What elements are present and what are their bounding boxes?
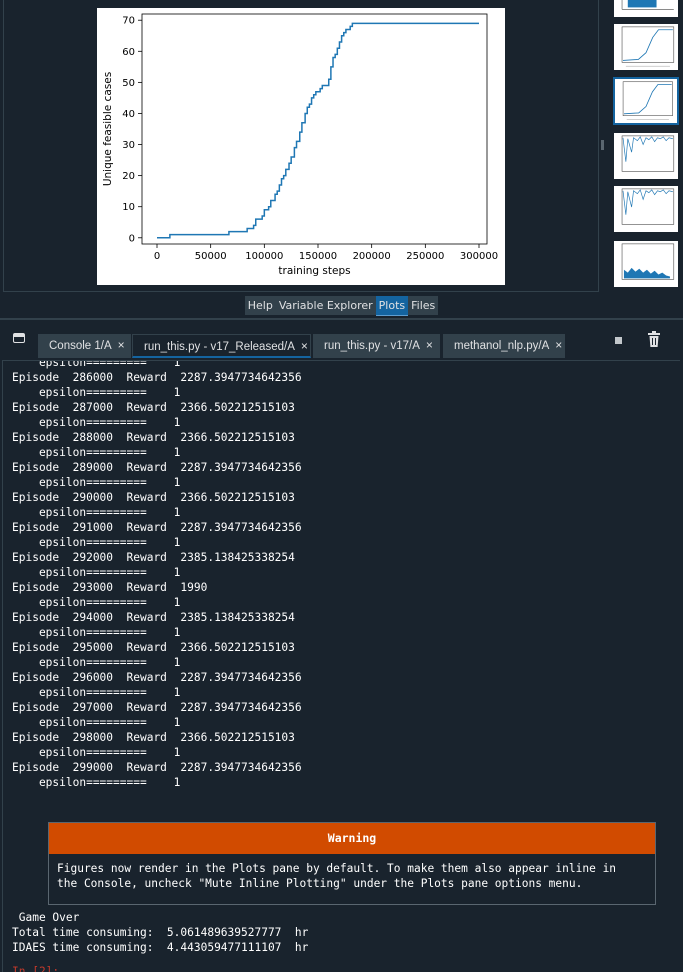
console-line: epsilon========= 1 bbox=[12, 360, 181, 369]
x-tick-label: 150000 bbox=[299, 251, 337, 262]
x-axis-label: training steps bbox=[278, 265, 350, 277]
warning-box: Warning Figures now render in the Plots … bbox=[48, 822, 656, 905]
thumbnail-line-plot-selected[interactable] bbox=[613, 77, 679, 125]
y-tick-label: 10 bbox=[122, 202, 135, 213]
console-line: epsilon========= 1 bbox=[12, 536, 181, 549]
console-line: epsilon========= 1 bbox=[12, 656, 181, 669]
thumbnail-reward-plot-2[interactable] bbox=[613, 185, 679, 233]
tab-help[interactable]: Help bbox=[244, 296, 276, 315]
console-line: epsilon========= 1 bbox=[12, 476, 181, 489]
console-line: epsilon========= 1 bbox=[12, 746, 181, 759]
tab-plots[interactable]: Plots bbox=[375, 296, 409, 316]
warning-title: Warning bbox=[49, 823, 655, 854]
console-line: Game Over bbox=[12, 911, 80, 924]
x-tick-label: 300000 bbox=[460, 251, 498, 262]
x-tick-label: 200000 bbox=[353, 251, 391, 262]
console-output[interactable]: epsilon========= 1 Episode 286000 Reward… bbox=[2, 360, 680, 972]
x-tick-label: 50000 bbox=[195, 251, 227, 262]
console-line: Episode 292000 Reward 2385.138425338254 bbox=[12, 551, 295, 564]
warning-message: Figures now render in the Plots pane by … bbox=[57, 862, 617, 890]
plot-viewer: 0 50000 100000 150000 200000 250000 300000 0 10… bbox=[3, 0, 599, 292]
plot-canvas: 0 50000 100000 150000 200000 250000 300000 0 10… bbox=[97, 8, 505, 285]
tab-console-1[interactable]: Console 1/A × bbox=[38, 334, 131, 358]
close-icon[interactable]: × bbox=[426, 338, 433, 352]
thumbnail-bar-plot[interactable] bbox=[613, 0, 679, 18]
tab-files[interactable]: Files bbox=[408, 296, 439, 315]
console-line: epsilon========= 1 bbox=[12, 776, 181, 789]
close-icon[interactable]: × bbox=[118, 338, 125, 352]
training-chart: 0 50000 100000 150000 200000 250000 300000 0 10… bbox=[102, 13, 498, 277]
tab-run-this-v17-released[interactable]: run_this.py - v17_Released/A × bbox=[132, 334, 311, 358]
console-line: Episode 290000 Reward 2366.502212515103 bbox=[12, 491, 295, 504]
console-line: Episode 295000 Reward 2366.502212515103 bbox=[12, 641, 295, 654]
pane-tab-bar: Help Variable Explorer Plots Files bbox=[0, 293, 683, 320]
close-icon[interactable]: × bbox=[555, 338, 562, 352]
tab-label: run_this.py - v17/A bbox=[324, 340, 420, 352]
scrollbar-handle[interactable] bbox=[601, 140, 604, 150]
console-line: epsilon========= 1 bbox=[12, 566, 181, 579]
thumbnail-scrollbar[interactable] bbox=[600, 0, 606, 291]
thumbnail-histogram[interactable] bbox=[613, 240, 679, 288]
console-line: Episode 288000 Reward 2366.502212515103 bbox=[12, 431, 295, 444]
console-line: epsilon========= 1 bbox=[12, 716, 181, 729]
x-tick-label: 100000 bbox=[245, 251, 283, 262]
y-tick-label: 70 bbox=[122, 16, 135, 27]
console-line: epsilon========= 1 bbox=[12, 596, 181, 609]
tab-variable-explorer[interactable]: Variable Explorer bbox=[275, 296, 376, 315]
console-line: epsilon========= 1 bbox=[12, 416, 181, 429]
tab-methanol-nlp[interactable]: methanol_nlp.py/A × bbox=[443, 334, 565, 358]
plot-area bbox=[141, 13, 488, 245]
tab-label: run_this.py - v17_Released/A bbox=[144, 341, 295, 353]
console-line: epsilon========= 1 bbox=[12, 386, 181, 399]
console-line: Total time consuming: 5.061489639527777 … bbox=[12, 926, 309, 939]
console-line: Episode 296000 Reward 2287.3947734642356 bbox=[12, 671, 302, 684]
y-tick-label: 20 bbox=[122, 171, 135, 182]
y-axis-label: Unique feasible cases bbox=[102, 72, 114, 186]
plots-pane: 0 50000 100000 150000 200000 250000 300000 0 10… bbox=[0, 0, 683, 320]
y-tick-label: 50 bbox=[122, 78, 135, 89]
y-tick-label: 30 bbox=[122, 140, 135, 151]
console-line: IDAES time consuming: 4.443059477111107 … bbox=[12, 941, 309, 954]
console-line: Episode 287000 Reward 2366.502212515103 bbox=[12, 401, 295, 414]
x-tick-label: 0 bbox=[154, 251, 160, 262]
console-line: Episode 293000 Reward 1990 bbox=[12, 581, 208, 594]
y-tick-label: 60 bbox=[122, 47, 135, 58]
console-summary: Game Over Total time consuming: 5.061489… bbox=[12, 910, 308, 955]
console-line: Episode 286000 Reward 2287.3947734642356 bbox=[12, 371, 302, 384]
thumbnail-reward-plot[interactable] bbox=[613, 132, 679, 180]
console-line: epsilon========= 1 bbox=[12, 626, 181, 639]
console-line: Episode 291000 Reward 2287.3947734642356 bbox=[12, 521, 302, 534]
tab-label: Console 1/A bbox=[49, 340, 112, 352]
console-line: Episode 297000 Reward 2287.3947734642356 bbox=[12, 701, 302, 714]
tab-label: methanol_nlp.py/A bbox=[454, 340, 550, 352]
console-line: epsilon========= 1 bbox=[12, 686, 181, 699]
tab-run-this-v17[interactable]: run_this.py - v17/A × bbox=[313, 334, 440, 358]
plot-thumbnails bbox=[609, 0, 683, 291]
series-line bbox=[157, 22, 479, 239]
console-log: epsilon========= 1 Episode 286000 Reward… bbox=[12, 360, 302, 790]
console-line: epsilon========= 1 bbox=[12, 506, 181, 519]
console-line: epsilon========= 1 bbox=[12, 446, 181, 459]
y-tick-label: 0 bbox=[129, 233, 135, 244]
trash-icon[interactable] bbox=[648, 331, 660, 347]
console-line: Episode 299000 Reward 2287.3947734642356 bbox=[12, 761, 302, 774]
console-line: Episode 298000 Reward 2366.502212515103 bbox=[12, 731, 295, 744]
console-line: Episode 294000 Reward 2385.138425338254 bbox=[12, 611, 295, 624]
x-tick-label: 250000 bbox=[406, 251, 444, 262]
console-line: Episode 289000 Reward 2287.3947734642356 bbox=[12, 461, 302, 474]
ipython-console-pane: Console 1/A × run_this.py - v17_Released/… bbox=[0, 322, 683, 972]
close-icon[interactable]: × bbox=[301, 339, 308, 353]
stop-icon[interactable] bbox=[615, 337, 622, 344]
window-icon[interactable] bbox=[13, 333, 25, 343]
y-tick-label: 40 bbox=[122, 109, 135, 120]
thumbnail-line-plot[interactable] bbox=[613, 23, 679, 71]
